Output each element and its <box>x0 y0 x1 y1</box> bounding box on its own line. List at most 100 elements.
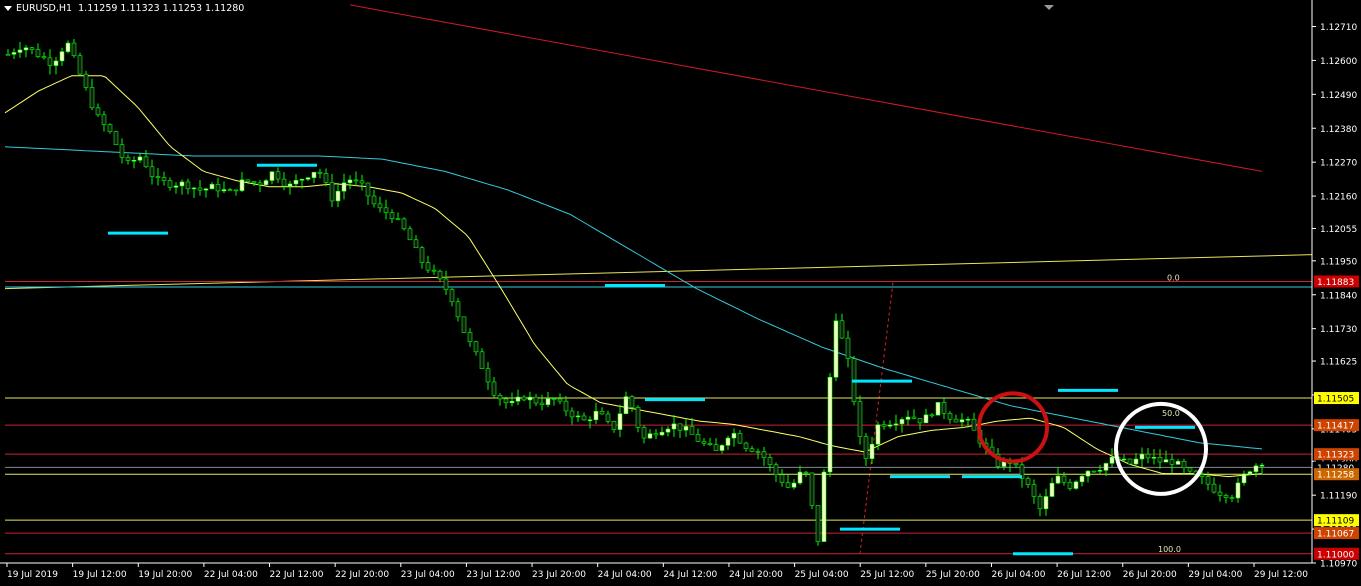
chart-area[interactable]: 0.0 50.0 100.0 1.12710 1.12600 1.12490 1.1238… <box>0 0 1361 582</box>
candle-body <box>17 49 23 53</box>
fib-level-label: 0.0 <box>1167 273 1180 282</box>
candle-body <box>41 56 47 59</box>
candle-body <box>575 415 581 418</box>
candle-body <box>689 426 695 435</box>
candle <box>935 402 941 416</box>
candle-body <box>251 181 257 184</box>
candle-body <box>707 443 713 445</box>
candle-body <box>95 107 101 116</box>
candle-body <box>1235 482 1241 499</box>
candle-body <box>1187 467 1193 472</box>
candle-body <box>191 187 197 190</box>
candle-body <box>215 184 221 192</box>
candle-body <box>671 423 677 430</box>
x-tick-label: 25 Jul 04:00 <box>795 570 849 580</box>
candle <box>83 70 89 91</box>
x-tick-label: 26 Jul 20:00 <box>1123 570 1177 580</box>
candle-body <box>887 424 893 427</box>
candle-body <box>1157 457 1163 463</box>
candle-body <box>845 337 851 359</box>
candle-body <box>911 416 917 419</box>
candle-body <box>677 423 683 431</box>
candle-body <box>23 47 29 51</box>
candle-body <box>1097 470 1103 472</box>
candle-body <box>1259 464 1265 467</box>
candle-body <box>233 189 239 192</box>
x-tick-label: 23 Jul 04:00 <box>401 570 455 580</box>
x-tick-label: 19 Jul 20:00 <box>138 570 192 580</box>
candle-body <box>509 400 515 404</box>
candle-body <box>1229 497 1235 499</box>
candle-body <box>131 159 137 162</box>
candle-body <box>701 441 707 444</box>
symbol-label: EURUSD,H1 <box>16 3 73 14</box>
candle-body <box>59 51 65 62</box>
candle-body <box>209 184 215 190</box>
price-label: 1.11067 <box>1317 530 1354 540</box>
candle-body <box>245 179 251 182</box>
candle-body <box>293 180 299 185</box>
candle-body <box>581 415 587 421</box>
x-tick-label: 29 Jul 04:00 <box>1188 570 1242 580</box>
candle-body <box>1043 496 1049 510</box>
candle-body <box>317 171 323 174</box>
candle-body <box>1049 482 1055 497</box>
candle-body <box>809 472 815 506</box>
candle-body <box>503 398 509 404</box>
candle-body <box>263 180 269 186</box>
price-label: 1.11417 <box>1317 422 1354 432</box>
price-chart[interactable]: 0.0 50.0 100.0 1.12710 1.12600 1.12490 1.1238… <box>0 0 1361 582</box>
candle-body <box>971 418 977 431</box>
candle-body <box>743 442 749 450</box>
y-tick-label: 1.12270 <box>1320 159 1357 169</box>
x-tick-label: 22 Jul 04:00 <box>204 570 258 580</box>
candle-body <box>305 177 311 180</box>
candle-body <box>1139 453 1145 460</box>
x-tick-label: 25 Jul 12:00 <box>860 570 914 580</box>
price-label: 1.11883 <box>1317 278 1354 288</box>
candle-body <box>1055 475 1061 484</box>
candle-body <box>467 332 473 343</box>
candle-body <box>551 398 557 400</box>
candle-body <box>1253 465 1259 472</box>
x-tick-label: 26 Jul 04:00 <box>991 570 1045 580</box>
candle-body <box>185 181 191 190</box>
candle-body <box>323 173 329 183</box>
candle-body <box>893 423 899 426</box>
candle-body <box>155 176 161 178</box>
candle-body <box>461 316 467 333</box>
candle <box>815 505 821 546</box>
candle-body <box>425 262 431 271</box>
candle-body <box>221 189 227 192</box>
candle-body <box>827 376 833 473</box>
candle-body <box>629 396 635 408</box>
candle-body <box>635 407 641 428</box>
candle-body <box>281 178 287 187</box>
candle <box>833 313 839 382</box>
candle-body <box>557 398 563 402</box>
candle-body <box>353 179 359 182</box>
candle-body <box>65 42 71 52</box>
y-tick-label: 1.11625 <box>1320 358 1357 368</box>
chevron-down-icon[interactable] <box>4 6 12 11</box>
candle-body <box>611 421 617 430</box>
candle-body <box>563 400 569 412</box>
candle <box>1073 480 1079 490</box>
candle <box>809 472 815 510</box>
x-tick-label: 19 Jul 12:00 <box>73 570 127 580</box>
y-tick-label: 1.12160 <box>1320 193 1357 203</box>
candle-body <box>227 189 233 191</box>
candle-body <box>1103 463 1109 471</box>
candle-body <box>35 49 41 57</box>
candle-body <box>365 182 371 197</box>
candle-body <box>815 505 821 542</box>
candle-body <box>935 402 941 416</box>
candle-body <box>797 471 803 484</box>
candle-body <box>593 410 599 421</box>
candle-body <box>485 368 491 383</box>
candle-body <box>1211 483 1217 493</box>
candle-body <box>341 182 347 192</box>
x-tick-label: 26 Jul 12:00 <box>1057 570 1111 580</box>
fib-level-label: 100.0 <box>1158 545 1181 554</box>
candle-body <box>833 320 839 378</box>
